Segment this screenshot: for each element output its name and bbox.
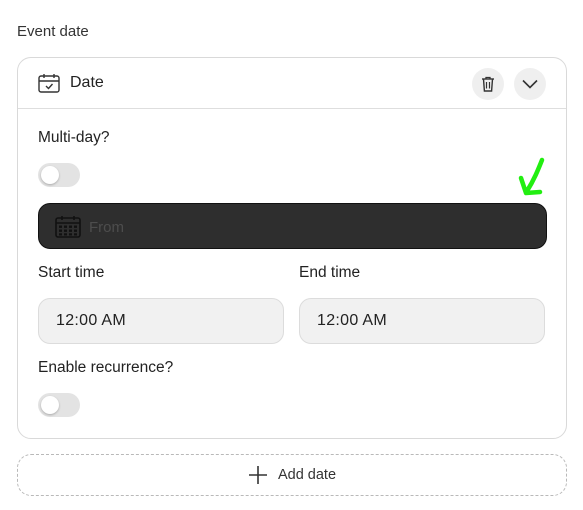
card-header[interactable]: Date — [18, 58, 566, 109]
toggle-knob — [41, 166, 59, 184]
delete-button[interactable] — [472, 68, 504, 100]
annotation-arrow-icon — [518, 157, 545, 196]
chevron-down-icon — [522, 79, 538, 89]
recurrence-toggle[interactable] — [38, 393, 80, 417]
calendar-icon — [38, 74, 60, 93]
end-time-field[interactable]: 12:00 AM — [299, 298, 545, 344]
toggle-knob — [41, 396, 59, 414]
add-date-label: Add date — [277, 467, 337, 483]
start-time-field[interactable]: 12:00 AM — [38, 298, 284, 344]
card-title: Date — [70, 74, 104, 91]
date-from-field[interactable] — [38, 203, 547, 249]
calendar-icon — [55, 216, 81, 238]
date-from-input[interactable] — [89, 216, 509, 238]
section-label: Event date — [17, 23, 89, 40]
collapse-button[interactable] — [514, 68, 546, 100]
multiday-toggle[interactable] — [38, 163, 80, 187]
multiday-label: Multi-day? — [38, 129, 110, 146]
end-time-label: End time — [299, 264, 361, 281]
plus-icon — [248, 466, 267, 484]
add-date-button[interactable]: Add date — [17, 454, 567, 496]
start-time-value: 12:00 AM — [56, 312, 127, 329]
trash-icon — [482, 76, 494, 92]
end-time-value: 12:00 AM — [317, 312, 388, 329]
date-card: Date Multi-day? From Start time End time… — [17, 57, 567, 439]
start-time-label: Start time — [38, 264, 105, 281]
recurrence-label: Enable recurrence? — [38, 359, 174, 376]
